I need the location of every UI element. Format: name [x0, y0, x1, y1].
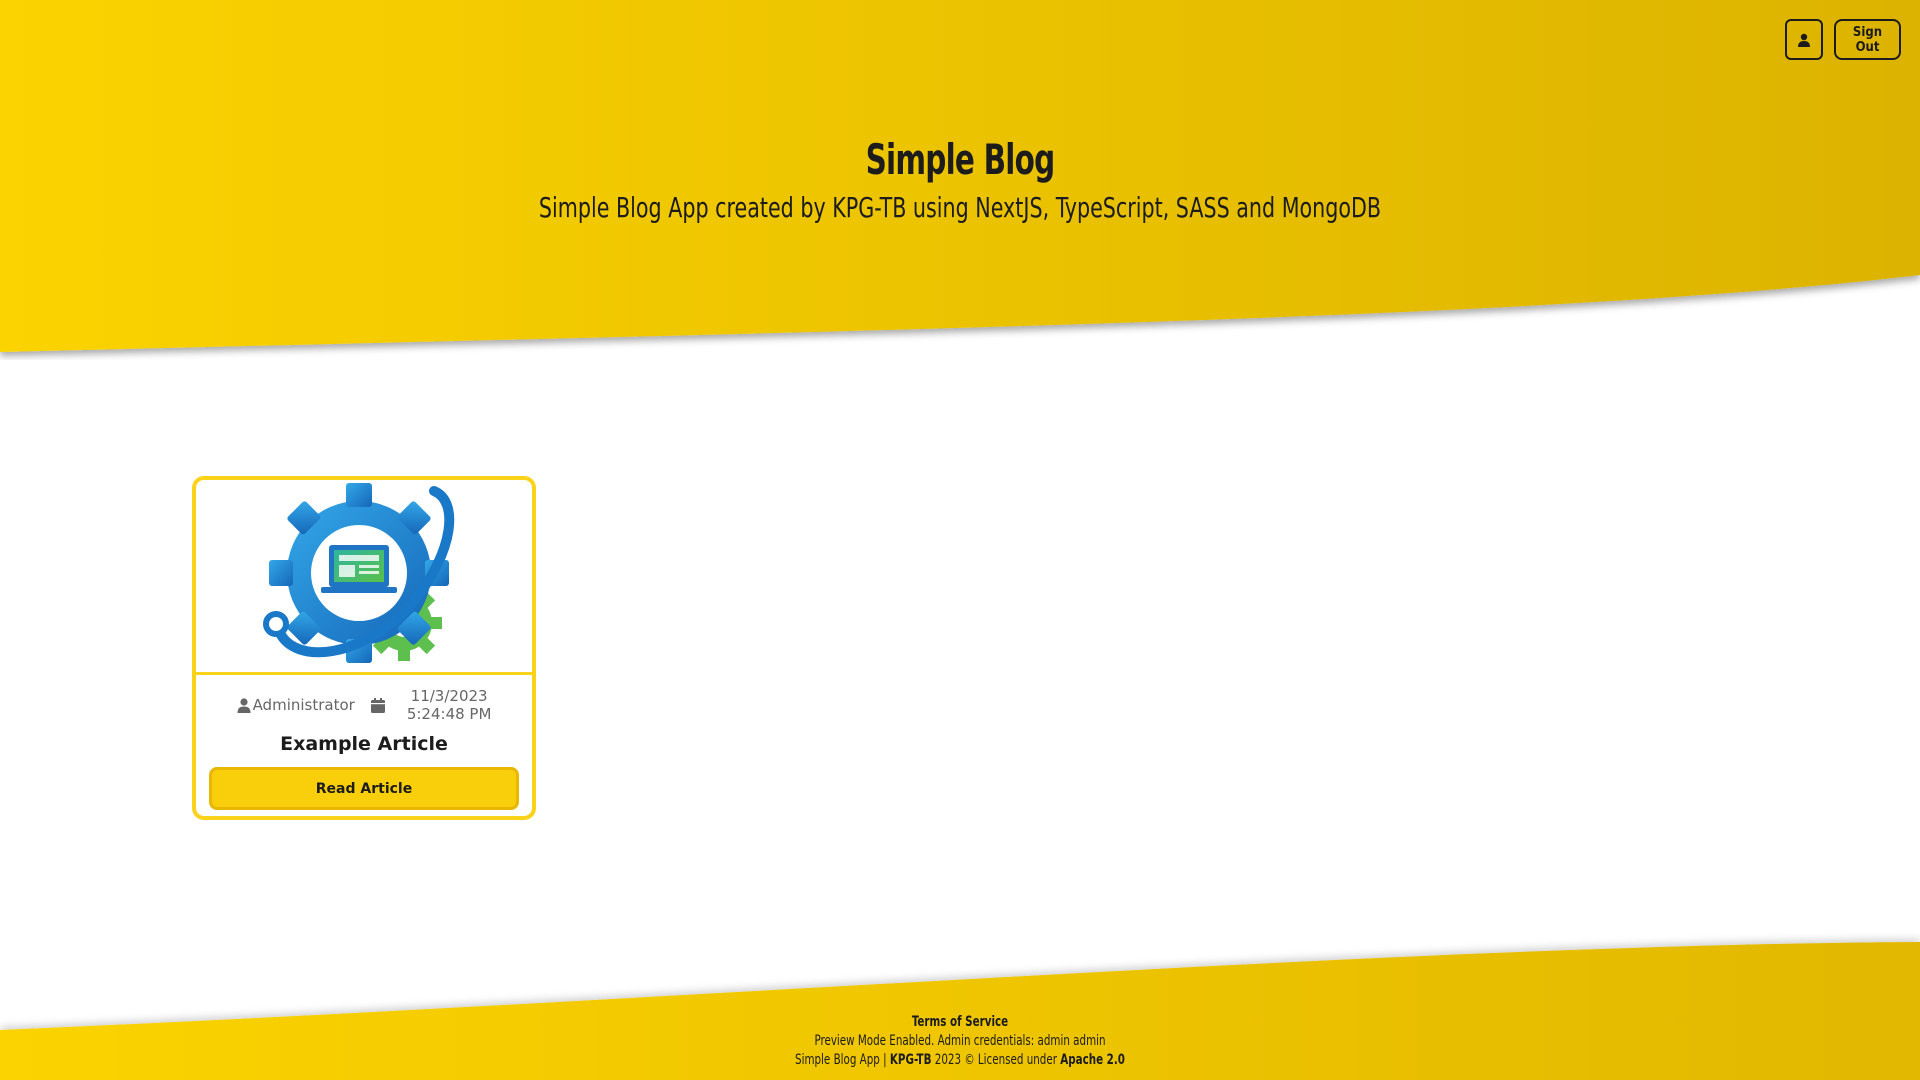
gear-computer-logo-icon	[263, 483, 455, 663]
profile-button[interactable]	[1785, 19, 1823, 60]
article-author: Administrator	[237, 696, 355, 714]
article-image	[196, 480, 532, 675]
author-link[interactable]: KPG-TB	[890, 1052, 932, 1068]
sign-out-button[interactable]: Sign Out	[1834, 19, 1901, 60]
user-icon	[1798, 33, 1810, 47]
terms-of-service-link[interactable]: Terms of Service	[912, 1014, 1008, 1030]
read-article-button[interactable]: Read Article	[209, 767, 519, 810]
page: Sign Out Simple Blog Simple Blog App cre…	[0, 0, 1920, 1080]
copyright-line: Simple Blog App | KPG-TB 2023 © Licensed…	[173, 1051, 1747, 1070]
article-time-value: 5:24:48 PM	[406, 705, 492, 723]
article-datetime: 11/3/2023 5:24:48 PM	[407, 687, 492, 723]
license-link[interactable]: Apache 2.0	[1060, 1052, 1125, 1068]
footer: Terms of Service Preview Mode Enabled. A…	[0, 1013, 1920, 1070]
article-meta: Administrator 11/3/2023 5:24:48 PM	[196, 687, 532, 723]
calendar-icon	[370, 697, 385, 713]
article-date: 11/3/2023 5:24:48 PM	[370, 687, 492, 723]
footer-app-name: Simple Blog App |	[795, 1052, 887, 1068]
header-titles: Simple Blog Simple Blog App created by K…	[0, 130, 1920, 226]
article-author-name: Administrator	[252, 696, 355, 714]
article-title: Example Article	[280, 733, 448, 755]
preview-notice: Preview Mode Enabled. Admin credentials:…	[814, 1033, 1106, 1049]
header-actions: Sign Out	[1785, 19, 1901, 60]
footer-year-text: 2023 © Licensed under	[934, 1052, 1057, 1068]
article-card: Administrator 11/3/2023 5:24:48 PM Examp…	[192, 476, 536, 820]
site-title: Simple Blog	[865, 135, 1056, 184]
site-subtitle: Simple Blog App created by KPG-TB using …	[538, 191, 1382, 224]
user-icon	[237, 697, 251, 713]
article-date-value: 11/3/2023	[410, 687, 488, 705]
